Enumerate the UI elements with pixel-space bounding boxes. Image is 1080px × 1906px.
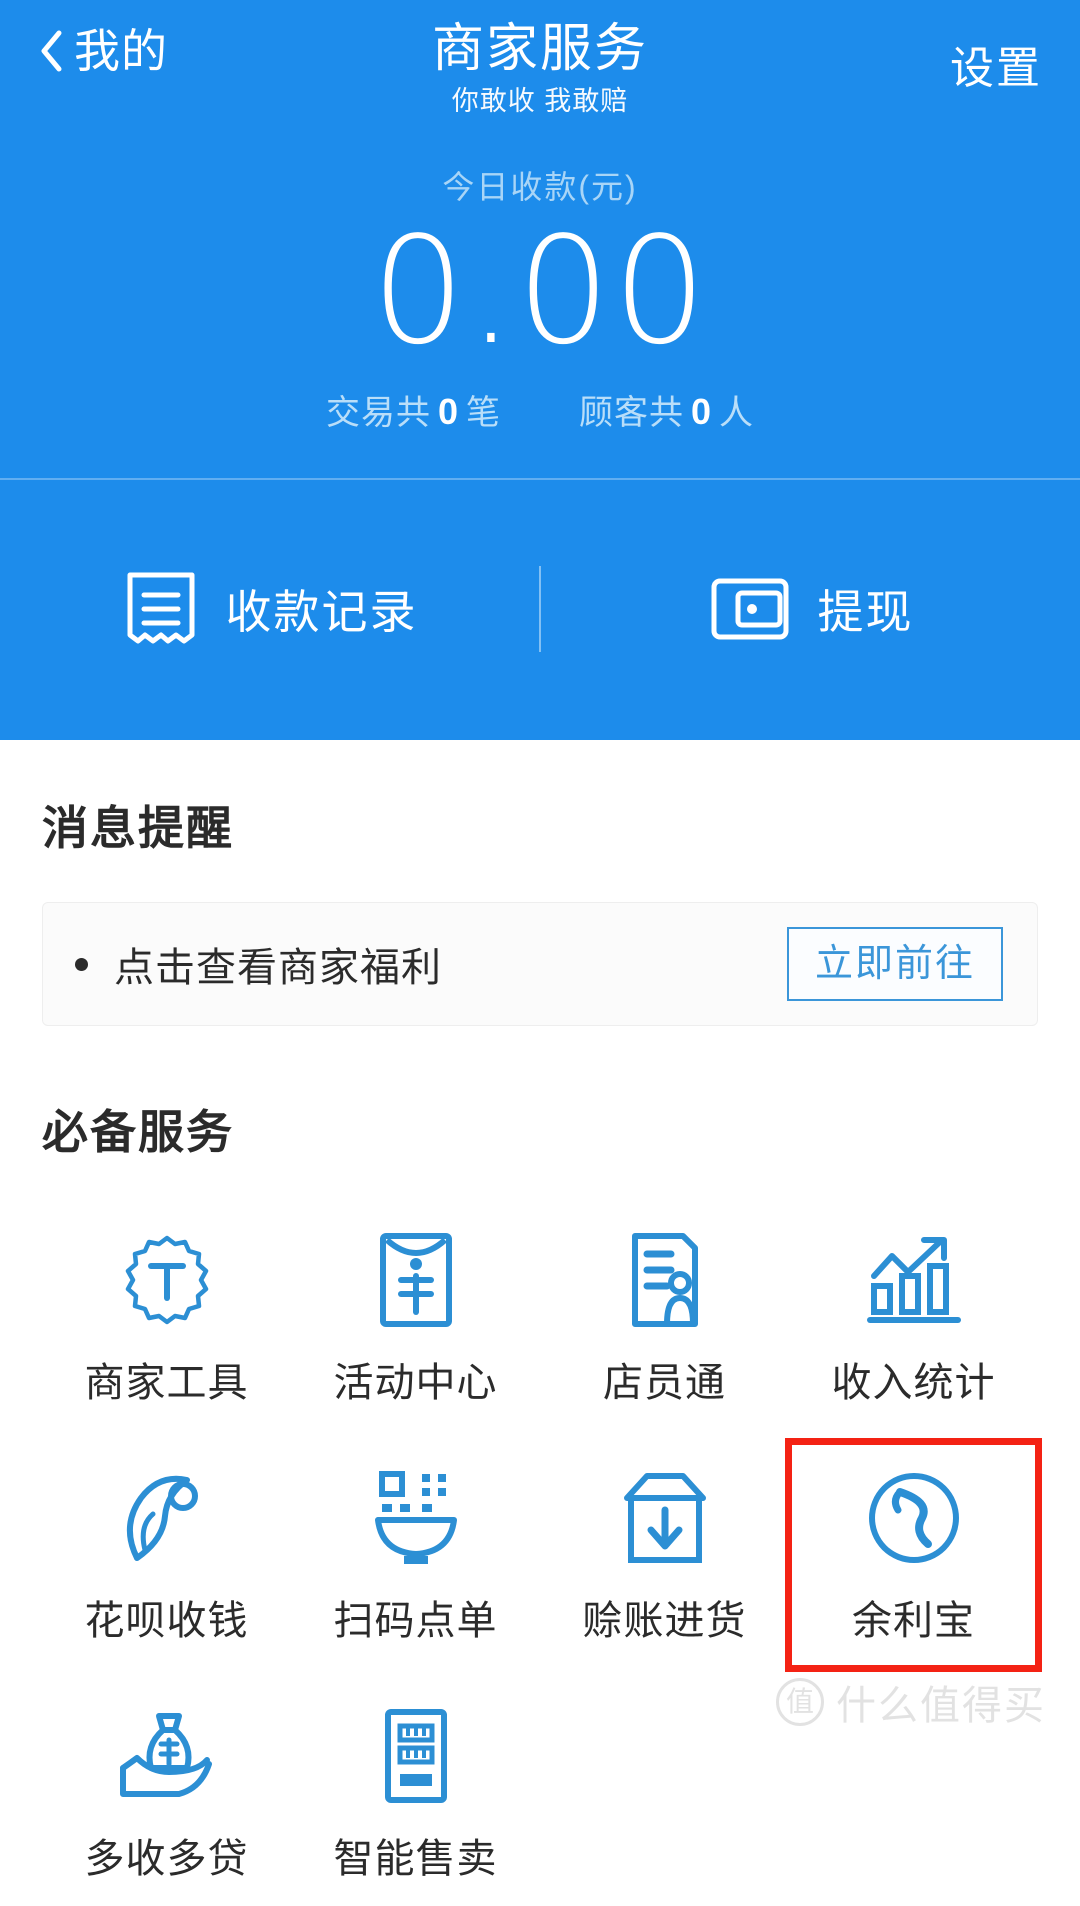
stat-transactions: 交易共 0 笔 xyxy=(326,385,501,434)
page-title-block: 商家服务 你敢收 我敢赔 xyxy=(0,20,1080,119)
action-withdraw-label: 提现 xyxy=(817,586,914,638)
stat-transactions-suffix: 笔 xyxy=(466,394,501,433)
huabei-icon xyxy=(117,1468,217,1568)
service-item-activity-center[interactable]: 活动中心 xyxy=(291,1204,540,1430)
service-item-label: 多收多贷 xyxy=(84,1837,249,1881)
service-item-label: 收入统计 xyxy=(831,1361,996,1405)
service-item-smart-vending[interactable]: 智能售卖 xyxy=(291,1680,540,1906)
service-item-staff-pass[interactable]: 店员通 xyxy=(540,1204,789,1430)
today-income-label: 今日收款(元) xyxy=(442,169,638,205)
service-item-label: 活动中心 xyxy=(333,1361,498,1405)
summary-stats: 交易共 0 笔 顾客共 0 人 xyxy=(0,385,1080,434)
action-withdraw[interactable]: 提现 xyxy=(541,573,1080,645)
service-item-huabei-collect[interactable]: 花呗收钱 xyxy=(42,1442,291,1668)
stat-customers-prefix: 顾客共 xyxy=(579,394,684,433)
service-item-more-income-loan[interactable]: 多收多贷 xyxy=(42,1680,291,1906)
notice-text: 点击查看商家福利 xyxy=(114,946,442,990)
service-item-label: 余利宝 xyxy=(852,1599,975,1643)
bar-chart-arrow-icon xyxy=(864,1230,964,1330)
navbar: 我的 商家服务 你敢收 我敢赔 设置 xyxy=(0,0,1080,140)
service-item-label: 商家工具 xyxy=(84,1361,249,1405)
watermark-text: 什么值得买 xyxy=(836,1684,1046,1728)
service-item-label: 花呗收钱 xyxy=(84,1599,249,1643)
red-envelope-yuan-icon xyxy=(366,1230,466,1330)
stat-transactions-value: 0 xyxy=(437,391,459,433)
today-income-amount: 0.00 xyxy=(371,205,709,377)
page-subtitle: 你敢收 我敢赔 xyxy=(451,86,629,117)
services-section-title: 必备服务 xyxy=(42,1106,234,1158)
service-item-label: 智能售卖 xyxy=(333,1837,498,1881)
stat-customers: 顾客共 0 人 xyxy=(579,385,754,434)
notice-section-title: 消息提醒 xyxy=(42,802,234,854)
service-item-label: 扫码点单 xyxy=(333,1599,498,1643)
hero-panel: 我的 商家服务 你敢收 我敢赔 设置 今日收款(元) 0.00 交易共 0 笔 顾客… xyxy=(0,0,1080,740)
service-item-yulibao[interactable]: 余利宝 xyxy=(785,1438,1042,1672)
watermark-logo-icon: 值 xyxy=(776,1678,824,1726)
hero-action-bar: 收款记录 提现 xyxy=(0,478,1080,740)
action-payment-records-label: 收款记录 xyxy=(225,586,418,638)
service-item-label: 店员通 xyxy=(603,1361,726,1405)
notice-go-button[interactable]: 立即前往 xyxy=(786,927,1003,1001)
vending-machine-icon xyxy=(366,1706,466,1806)
page-title: 商家服务 xyxy=(431,20,648,78)
receipt-icon xyxy=(122,569,200,649)
service-item-credit-purchase[interactable]: 赊账进货 xyxy=(540,1442,789,1668)
hand-money-bag-icon xyxy=(117,1706,217,1806)
service-item-label: 赊账进货 xyxy=(582,1599,747,1643)
document-person-icon xyxy=(615,1230,715,1330)
services-grid: 商家工具 活动中心 店员通 收入统计 花呗收钱 扫码点单 赊账进货 余利宝 多收… xyxy=(42,1204,1042,1906)
stat-customers-suffix: 人 xyxy=(719,394,755,433)
stat-transactions-prefix: 交易共 xyxy=(325,394,431,433)
notice-content: 点击查看商家福利 xyxy=(75,935,442,993)
stat-customers-value: 0 xyxy=(691,391,713,433)
box-download-icon xyxy=(615,1468,715,1568)
bullet-icon xyxy=(75,957,88,971)
yulibao-swoosh-icon xyxy=(864,1468,964,1568)
watermark: 值 什么值得买 xyxy=(776,1673,1046,1731)
today-income-block: 今日收款(元) 0.00 交易共 0 笔 顾客共 0 人 xyxy=(0,162,1080,434)
content-area: 消息提醒 点击查看商家福利 立即前往 必备服务 商家工具 活动中心 店员通 收入… xyxy=(0,740,1080,1906)
settings-button[interactable]: 设置 xyxy=(950,32,1042,96)
action-payment-records[interactable]: 收款记录 xyxy=(0,569,539,649)
wallet-icon xyxy=(708,573,792,645)
qr-bowl-icon xyxy=(366,1468,466,1568)
service-item-income-stats[interactable]: 收入统计 xyxy=(789,1204,1038,1430)
badge-t-icon xyxy=(117,1230,217,1330)
notice-card[interactable]: 点击查看商家福利 立即前往 xyxy=(42,902,1038,1026)
service-item-scan-order[interactable]: 扫码点单 xyxy=(291,1442,540,1668)
service-item-merchant-tools[interactable]: 商家工具 xyxy=(42,1204,291,1430)
